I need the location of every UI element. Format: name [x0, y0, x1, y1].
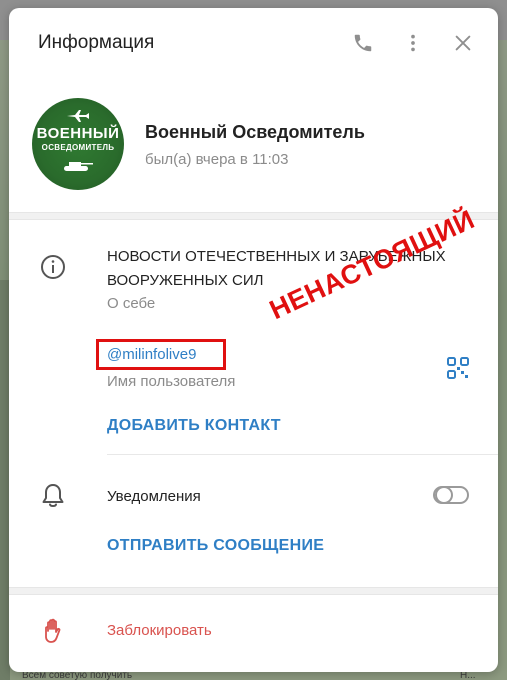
notifications-section: Уведомления ОТПРАВИТЬ СООБЩЕНИЕ [9, 455, 498, 587]
profile-name: Военный Осведомитель [145, 122, 365, 142]
section-separator [9, 212, 498, 220]
more-vertical-icon [411, 34, 415, 52]
profile-section: ВОЕННЫЙ ОСВЕДОМИТЕЛЬ Военный Осведомител… [9, 78, 498, 212]
phone-icon [354, 34, 372, 52]
more-options-button[interactable] [400, 30, 426, 56]
username-link[interactable]: @milinfolive9 [107, 346, 196, 363]
block-user-button[interactable]: Заблокировать [9, 595, 498, 672]
close-icon [455, 35, 471, 51]
username-label: Имя пользователя [107, 373, 236, 390]
bio-label: О себе [107, 295, 156, 312]
avatar[interactable]: ВОЕННЫЙ ОСВЕДОМИТЕЛЬ [32, 98, 124, 190]
avatar-subtitle: ОСВЕДОМИТЕЛЬ [41, 143, 115, 152]
dialog-header: Информация [9, 8, 498, 78]
info-icon [41, 255, 65, 279]
jet-icon [67, 110, 89, 122]
hand-stop-icon [45, 618, 61, 643]
block-label: Заблокировать [107, 622, 212, 639]
qr-code-icon[interactable] [447, 357, 469, 379]
toggle-knob [435, 486, 453, 504]
call-button[interactable] [350, 30, 376, 56]
add-contact-button[interactable]: ДОБАВИТЬ КОНТАКТ [107, 417, 281, 435]
avatar-title: ВОЕННЫЙ [36, 125, 120, 142]
send-message-button[interactable]: ОТПРАВИТЬ СООБЩЕНИЕ [107, 537, 324, 555]
close-button[interactable] [450, 30, 476, 56]
tank-icon [64, 162, 93, 171]
bell-icon [42, 484, 64, 507]
last-seen-status: был(а) вчера в 11:03 [145, 151, 289, 168]
section-separator-2 [9, 587, 498, 595]
notifications-label: Уведомления [107, 488, 201, 505]
dialog-title: Информация [38, 32, 155, 53]
info-dialog: Информация ВОЕННЫЙ ОСВЕДОМИТЕЛЬ Военный … [9, 8, 498, 672]
notifications-toggle[interactable] [433, 486, 469, 504]
